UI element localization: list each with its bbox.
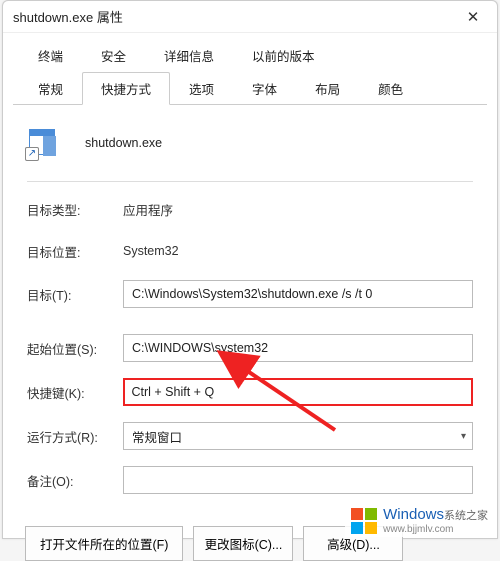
close-button[interactable]: ✕ [459, 8, 487, 26]
tab-colors[interactable]: 颜色 [359, 72, 422, 105]
window-title: shutdown.exe 属性 [13, 7, 459, 26]
tab-row-1: 终端 安全 详细信息 以前的版本 [3, 39, 497, 72]
row-target-location: 目标位置: System32 [27, 238, 473, 264]
watermark-text: Windows [383, 506, 444, 523]
tab-layout[interactable]: 布局 [296, 72, 359, 105]
tab-previous-versions[interactable]: 以前的版本 [233, 39, 334, 72]
row-comment: 备注(O): [27, 466, 473, 494]
watermark-url: www.bjjmlv.com [383, 524, 488, 535]
open-file-location-button[interactable]: 打开文件所在的位置(F) [25, 526, 183, 561]
row-shortcut-key: 快捷键(K): [27, 378, 473, 406]
tab-font[interactable]: 字体 [233, 72, 296, 105]
filename-label: shutdown.exe [85, 136, 162, 150]
row-run-mode: 运行方式(R): 常规窗口 ▾ [27, 422, 473, 450]
label-target: 目标(T): [27, 285, 123, 304]
titlebar: shutdown.exe 属性 ✕ [3, 1, 497, 33]
row-target: 目标(T): [27, 280, 473, 308]
tab-details[interactable]: 详细信息 [145, 39, 233, 72]
input-start-in[interactable] [123, 334, 473, 362]
change-icon-button[interactable]: 更改图标(C)... [193, 526, 293, 561]
properties-dialog: shutdown.exe 属性 ✕ 终端 安全 详细信息 以前的版本 常规 快捷… [2, 0, 498, 539]
icon-row: ↗ shutdown.exe [27, 127, 473, 159]
shortcut-file-icon: ↗ [27, 127, 59, 159]
input-target[interactable] [123, 280, 473, 308]
row-target-type: 目标类型: 应用程序 [27, 196, 473, 222]
windows-logo-icon [351, 508, 377, 534]
watermark: Windows系统之家 www.bjjmlv.com [345, 504, 494, 537]
input-shortcut-key[interactable] [123, 378, 473, 406]
shortcut-overlay-arrow-icon: ↗ [25, 147, 39, 161]
select-run-mode[interactable]: 常规窗口 ▾ [123, 422, 473, 450]
label-target-location: 目标位置: [27, 242, 123, 261]
tab-security[interactable]: 安全 [82, 39, 145, 72]
select-run-mode-value: 常规窗口 [132, 427, 182, 446]
chevron-down-icon: ▾ [461, 431, 466, 442]
value-target-location: System32 [123, 244, 179, 258]
label-target-type: 目标类型: [27, 200, 123, 219]
tab-terminal[interactable]: 终端 [19, 39, 82, 72]
separator [27, 181, 473, 182]
row-start-in: 起始位置(S): [27, 334, 473, 362]
value-target-type: 应用程序 [123, 200, 173, 219]
tab-options[interactable]: 选项 [170, 72, 233, 105]
label-run-mode: 运行方式(R): [27, 427, 123, 446]
tab-general[interactable]: 常规 [19, 72, 82, 105]
label-start-in: 起始位置(S): [27, 339, 123, 358]
label-shortcut-key: 快捷键(K): [27, 383, 123, 402]
tab-shortcut[interactable]: 快捷方式 [82, 72, 170, 105]
tab-area: 终端 安全 详细信息 以前的版本 常规 快捷方式 选项 字体 布局 颜色 [3, 33, 497, 105]
tab-row-2: 常规 快捷方式 选项 字体 布局 颜色 [3, 72, 497, 105]
shortcut-panel: ↗ shutdown.exe 目标类型: 应用程序 目标位置: System32… [3, 105, 497, 520]
input-comment[interactable] [123, 466, 473, 494]
label-comment: 备注(O): [27, 471, 123, 490]
watermark-sub: 系统之家 [444, 510, 488, 522]
